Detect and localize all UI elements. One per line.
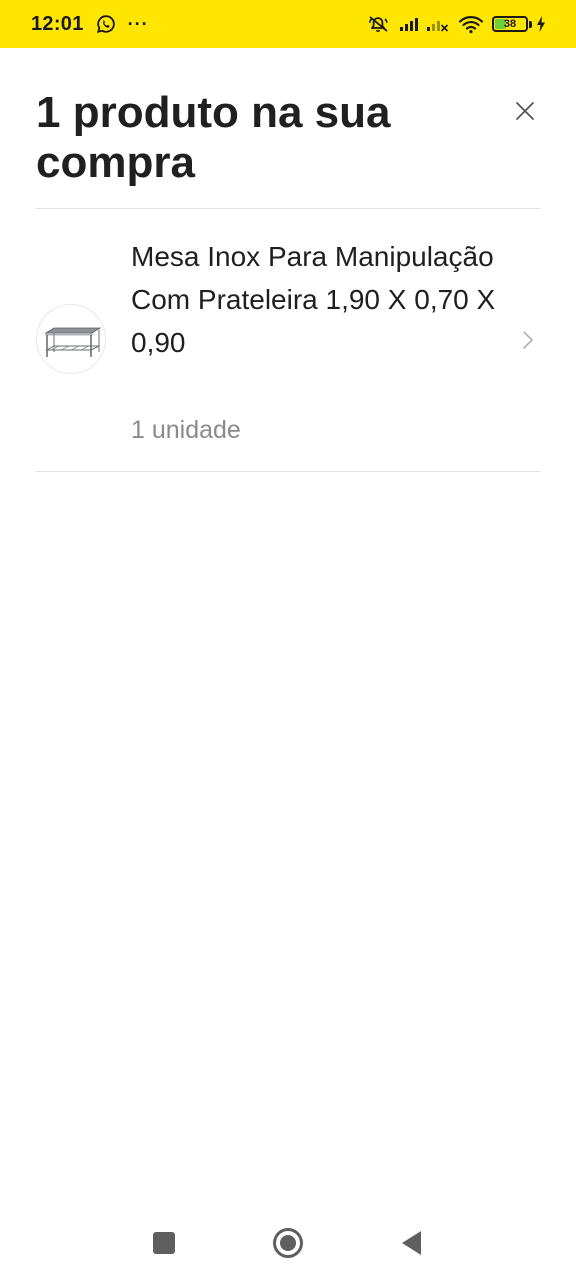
product-row[interactable]: Mesa Inox Para Manipulação Com Prateleir… (36, 210, 540, 470)
charging-icon (536, 15, 546, 33)
circle-icon (273, 1228, 303, 1258)
battery-icon: 38 (492, 16, 532, 32)
product-image (36, 304, 106, 374)
product-quantity: 1 unidade (131, 416, 241, 444)
nav-bar (0, 1210, 576, 1276)
signal-icon (399, 16, 423, 32)
battery-tip (529, 20, 532, 28)
recents-button[interactable] (144, 1223, 184, 1263)
wifi-icon (458, 14, 484, 34)
mute-icon (367, 14, 391, 34)
more-icon: ··· (127, 13, 149, 34)
product-divider (36, 471, 540, 472)
chevron-right-icon (523, 331, 533, 349)
status-time: 12:01 (31, 12, 84, 35)
back-triangle-icon (402, 1231, 421, 1255)
screen: 12:01 ··· 38 1 produto na sua compra Mes… (0, 0, 576, 1280)
page-title: 1 produto na sua compra (36, 88, 391, 187)
status-right: 38 (359, 14, 546, 34)
square-icon (153, 1232, 175, 1254)
close-icon (516, 102, 534, 120)
status-bar: 12:01 ··· 38 (0, 0, 576, 48)
close-button[interactable] (508, 94, 542, 128)
battery-body: 38 (492, 16, 528, 32)
status-left: 12:01 ··· (31, 13, 149, 36)
product-name: Mesa Inox Para Manipulação Com Prateleir… (131, 241, 496, 358)
back-button[interactable] (392, 1223, 432, 1263)
battery-level: 38 (503, 17, 517, 30)
header-divider (36, 208, 540, 209)
home-button[interactable] (268, 1223, 308, 1263)
whatsapp-icon (96, 14, 116, 34)
signal-weak-icon (426, 16, 450, 32)
stainless-table-icon (44, 327, 102, 357)
